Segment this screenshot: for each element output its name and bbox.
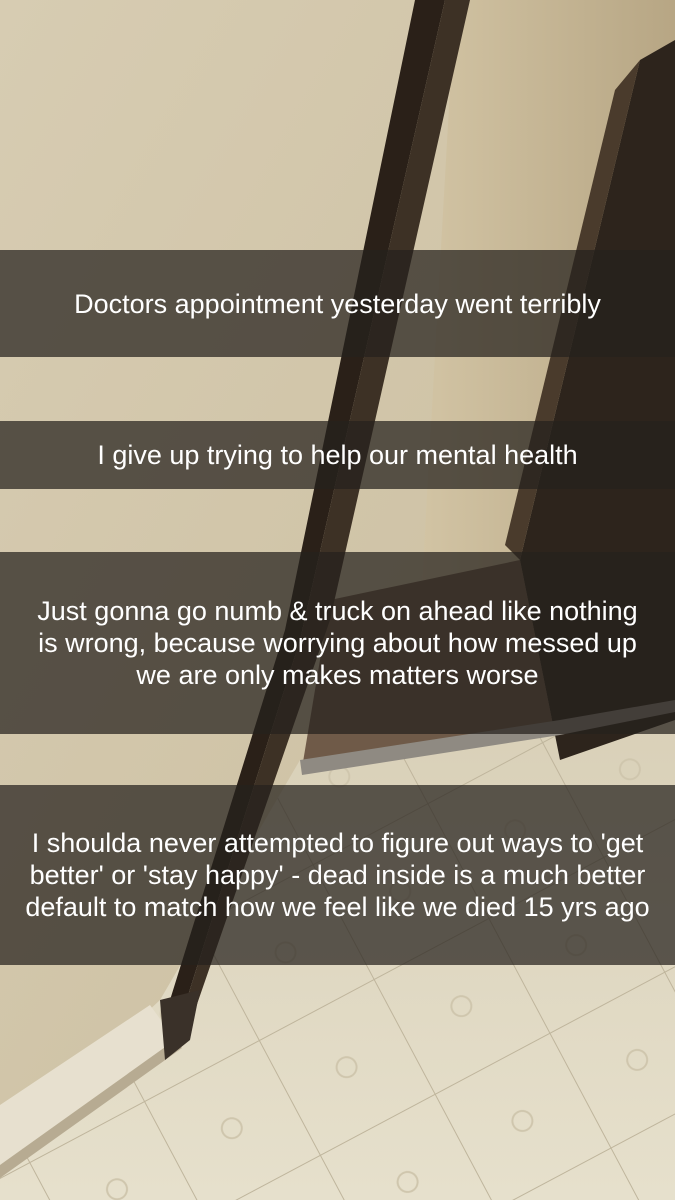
caption-text: Doctors appointment yesterday went terri…: [74, 288, 601, 319]
caption-bar: Just gonna go numb & truck on ahead like…: [0, 552, 675, 734]
caption-text: I give up trying to help our mental heal…: [97, 440, 578, 470]
caption-text: Just gonna go numb & truck on ahead like…: [37, 596, 638, 690]
caption-bar: I shoulda never attempted to figure out …: [0, 785, 675, 965]
caption-bar: I give up trying to help our mental heal…: [0, 421, 675, 489]
caption-bar: Doctors appointment yesterday went terri…: [0, 250, 675, 357]
caption-text: I shoulda never attempted to figure out …: [25, 828, 650, 922]
